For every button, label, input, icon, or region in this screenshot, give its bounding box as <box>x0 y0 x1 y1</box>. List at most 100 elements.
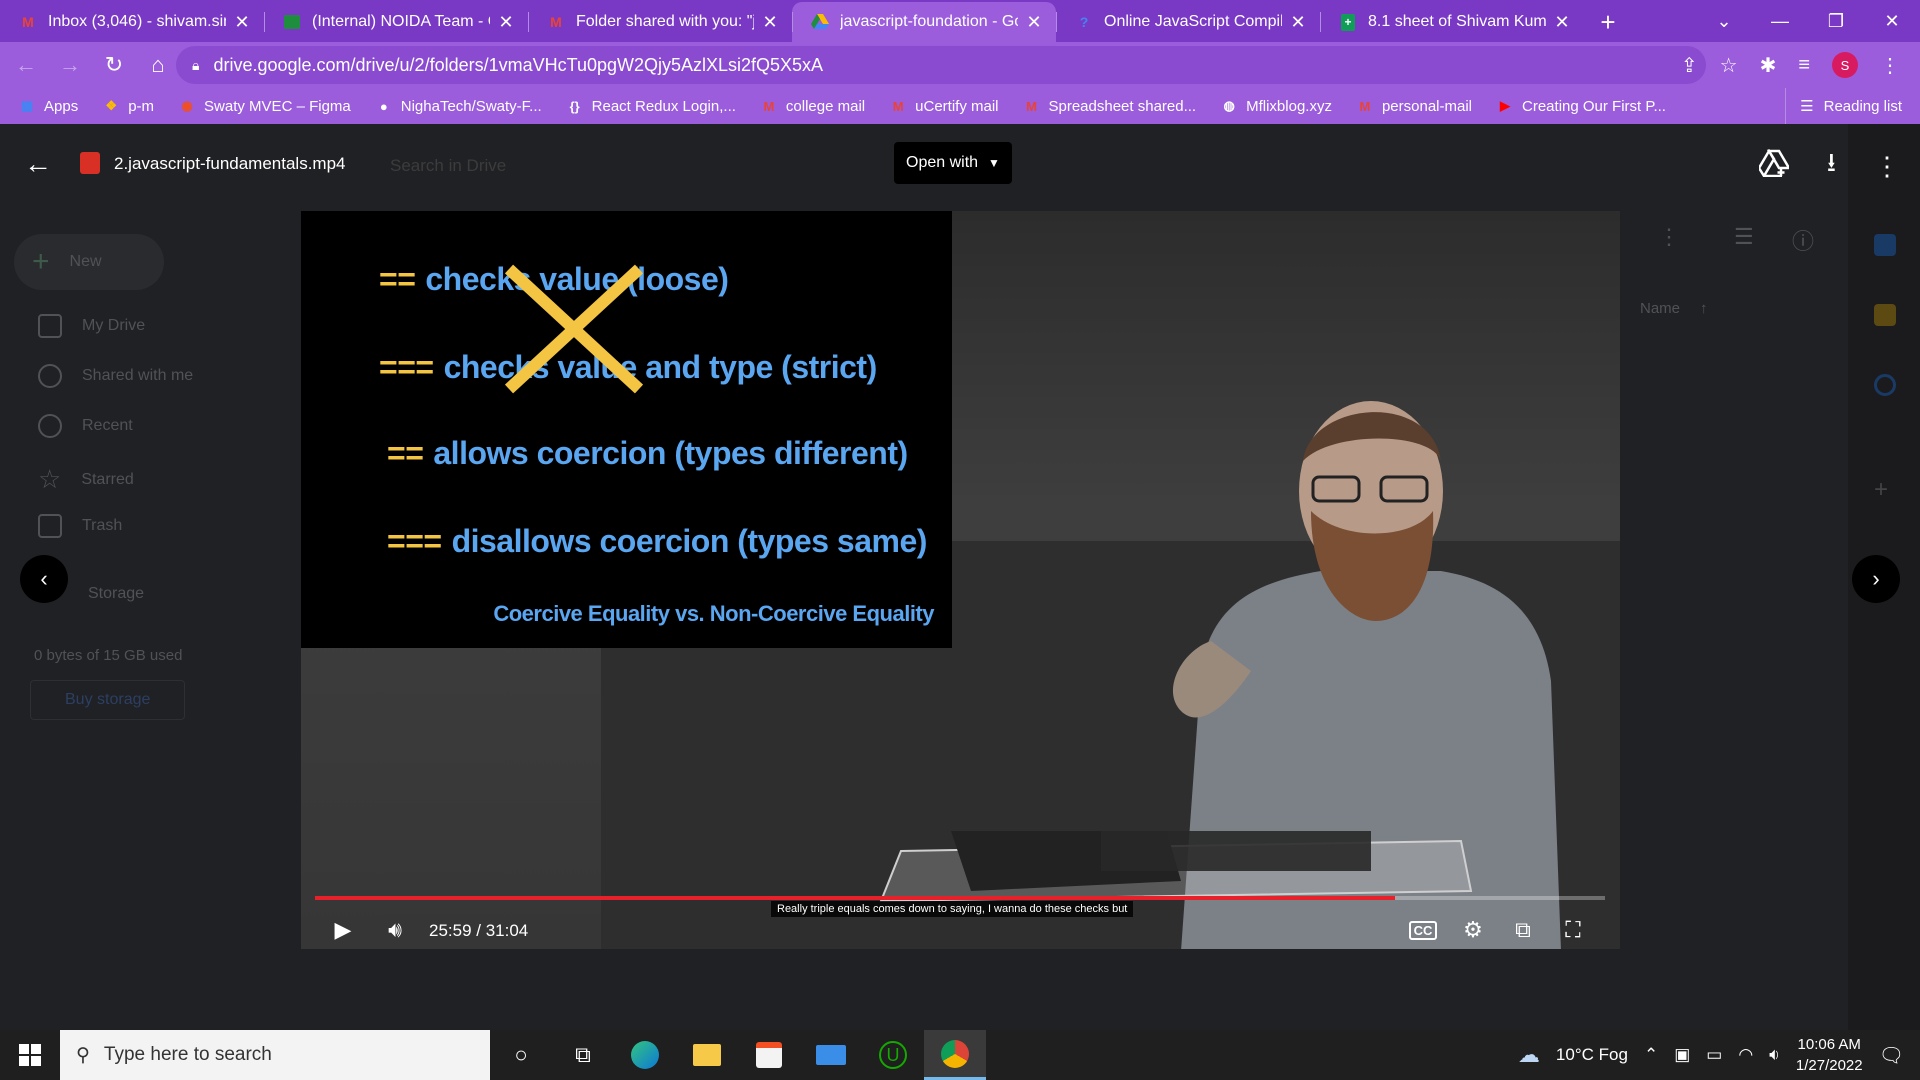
bookmark-apps[interactable]: ▦ Apps <box>18 98 78 115</box>
fullscreen-icon[interactable]: ⛶ <box>1557 917 1589 943</box>
tab-javascript-foundation[interactable]: javascript-foundation - Goo ✕ <box>792 2 1056 42</box>
back-arrow-icon[interactable]: ← <box>24 148 52 180</box>
media-icon[interactable]: ≡ <box>1798 54 1810 77</box>
close-icon[interactable]: ✕ <box>232 12 252 33</box>
gmail-icon: M <box>892 98 904 114</box>
bookmark-label: personal-mail <box>1381 97 1473 115</box>
bookmark-college-mail[interactable]: Mcollege mail <box>760 98 866 115</box>
sidebar-label: Recent <box>82 417 133 434</box>
notifications-icon[interactable]: 🗨︎ <box>1879 1043 1904 1068</box>
forward-icon[interactable]: → <box>52 47 88 83</box>
bookmark-label: uCertify mail <box>915 97 999 115</box>
people-icon <box>38 364 62 388</box>
open-with-label: Open with <box>906 154 979 171</box>
sidebar-item-trash: Trash <box>38 514 122 538</box>
close-icon[interactable]: ✕ <box>1024 12 1044 33</box>
bookmarks-bar: ▦ Apps ❖ p-m ◉ Swaty MVEC – Figma ● NighaTec… <box>0 88 1920 124</box>
settings-icon[interactable]: ⚙ <box>1457 917 1489 943</box>
store-icon[interactable] <box>738 1030 800 1080</box>
video-frame: == checks value (loose) === checks value a… <box>301 211 1620 949</box>
extensions-icon[interactable]: ✱ <box>1760 53 1777 78</box>
bookmark-personal-mail[interactable]: Mpersonal-mail <box>1356 98 1472 115</box>
share-icon[interactable]: ⇪ <box>1681 53 1698 78</box>
previous-arrow-button[interactable]: ‹ <box>20 555 68 603</box>
weather-text[interactable]: 10°C Fog <box>1556 1045 1628 1065</box>
taskbar-search-box[interactable]: ⚲ Type here to search <box>60 1030 490 1080</box>
line-text: allows coercion (types different) <box>433 435 908 471</box>
close-window-icon[interactable]: ✕ <box>1864 11 1920 32</box>
mail-icon[interactable] <box>800 1030 862 1080</box>
bookmark-ucertify-mail[interactable]: MuCertify mail <box>889 97 999 115</box>
caret-down-icon: ▼ <box>988 156 1000 170</box>
next-arrow-button[interactable]: › <box>1852 555 1900 603</box>
bookmark-figma[interactable]: ◉ Swaty MVEC – Figma <box>178 98 350 115</box>
windows-start-button[interactable] <box>0 1030 60 1080</box>
operator: == <box>379 261 416 297</box>
chevron-up-icon[interactable]: ⌃ <box>1644 1045 1658 1065</box>
home-icon[interactable]: ⌂ <box>140 47 176 83</box>
new-label: New <box>69 253 102 270</box>
chrome-icon[interactable] <box>924 1030 986 1080</box>
tab-noida-team[interactable]: (Internal) NOIDA Team - Ch ✕ <box>264 2 528 42</box>
tab-gmail-inbox[interactable]: M Inbox (3,046) - shivam.singh ✕ <box>0 2 264 42</box>
captions-icon[interactable]: CC <box>1407 917 1439 943</box>
reading-list-button[interactable]: ☰ Reading list <box>1785 88 1902 124</box>
search-placeholder: Type here to search <box>103 1044 272 1065</box>
more-options-icon[interactable]: ⋮ <box>1874 151 1900 182</box>
bookmark-mflixblog[interactable]: ◍ Mflixblog.xyz <box>1220 98 1332 115</box>
operator: == <box>387 435 424 471</box>
file-explorer-icon[interactable] <box>676 1030 738 1080</box>
bookmark-youtube[interactable]: ▶ Creating Our First P... <box>1496 98 1666 115</box>
progress-bar[interactable] <box>315 896 1605 900</box>
wifi-icon[interactable]: ◠ <box>1738 1045 1753 1065</box>
open-with-button[interactable]: Open with ▼ <box>894 142 1012 184</box>
bookmark-github[interactable]: ● NighaTech/Swaty-F... <box>375 98 542 115</box>
gmail-icon: M <box>1359 98 1371 114</box>
bookmark-react-redux[interactable]: {} React Redux Login,... <box>566 98 736 115</box>
play-icon[interactable]: ▶ <box>327 917 359 943</box>
video-player[interactable]: == checks value (loose) === checks value a… <box>301 211 1620 949</box>
miniplayer-icon[interactable]: ⧉ <box>1507 917 1539 943</box>
edge-icon[interactable] <box>614 1030 676 1080</box>
restore-icon[interactable]: ❐ <box>1808 11 1864 32</box>
tab-sheet[interactable]: + 8.1 sheet of Shivam Kumar ✕ <box>1320 2 1584 42</box>
close-icon[interactable]: ✕ <box>1552 12 1572 33</box>
progress-played <box>315 896 1395 900</box>
cortana-icon[interactable]: ○ <box>490 1030 552 1080</box>
profile-avatar[interactable]: S <box>1832 52 1858 78</box>
more-icon: ⋮ <box>1658 224 1680 249</box>
tab-online-compiler[interactable]: ? Online JavaScript Compiler ✕ <box>1056 2 1320 42</box>
upwork-icon[interactable]: U <box>862 1030 924 1080</box>
bookmark-p-m[interactable]: ❖ p-m <box>102 98 154 115</box>
battery-icon[interactable]: ▭ <box>1706 1045 1722 1065</box>
bookmark-label: Mflixblog.xyz <box>1246 97 1332 115</box>
meet-icon[interactable]: ▣ <box>1674 1045 1690 1065</box>
add-to-drive-icon[interactable] <box>1757 148 1792 184</box>
window-controls: ⌄ — ❐ ✕ <box>1696 0 1920 42</box>
calendar-icon <box>1874 234 1896 256</box>
task-view-icon[interactable]: ⧉ <box>552 1030 614 1080</box>
back-icon[interactable]: ← <box>8 47 44 83</box>
sidebar-label: Shared with me <box>82 367 194 384</box>
address-bar[interactable]: 🔒︎ drive.google.com/drive/u/2/folders/1v… <box>176 46 1706 84</box>
volume-icon[interactable]: 🔊︎ <box>379 917 411 943</box>
video-file-icon <box>80 152 100 174</box>
clock-time: 10:06 AM <box>1797 1036 1861 1053</box>
speaker-icon[interactable]: 🔉︎ <box>1769 1045 1780 1065</box>
star-icon[interactable]: ☆ <box>1720 53 1738 78</box>
close-icon[interactable]: ✕ <box>496 12 516 33</box>
tab-search-icon[interactable]: ⌄ <box>1696 11 1752 32</box>
close-icon[interactable]: ✕ <box>1288 12 1308 33</box>
presentation-slide: == checks value (loose) === checks value a… <box>301 211 952 648</box>
download-icon[interactable]: ⭳ <box>1827 144 1836 188</box>
menu-icon[interactable]: ⋮ <box>1880 53 1900 78</box>
tab-folder-shared[interactable]: M Folder shared with you: "jav ✕ <box>528 2 792 42</box>
slide-line: == allows coercion (types different) <box>387 435 908 472</box>
minimize-icon[interactable]: — <box>1752 11 1808 32</box>
reload-icon[interactable]: ↻ <box>96 47 132 83</box>
new-button: + New <box>14 234 164 290</box>
clock[interactable]: 10:06 AM 1/27/2022 <box>1796 1034 1863 1076</box>
close-icon[interactable]: ✕ <box>760 12 780 33</box>
new-tab-button[interactable]: + <box>1584 2 1632 42</box>
bookmark-spreadsheet[interactable]: M Spreadsheet shared... <box>1023 98 1196 115</box>
